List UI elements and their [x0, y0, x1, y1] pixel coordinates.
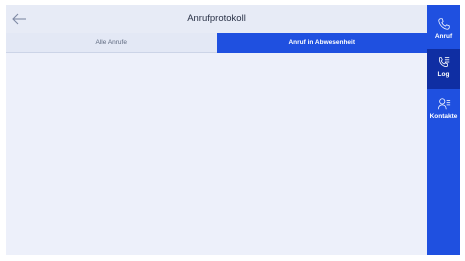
intercom-screen: Anrufprotokoll Alle Anrufe Anruf in Abwe… [6, 5, 460, 255]
arrow-left-icon [12, 13, 26, 25]
header-bar: Anrufprotokoll [6, 5, 427, 33]
tab-missed-calls[interactable]: Anruf in Abwesenheit [216, 33, 427, 53]
nav-label-anruf: Anruf [434, 33, 453, 40]
phone-icon [437, 18, 450, 30]
tab-bar: Alle Anrufe Anruf in Abwesenheit [6, 33, 427, 53]
nav-item-kontakte[interactable]: Kontakte [427, 89, 460, 133]
nav-label-log: Log [437, 71, 450, 78]
tab-all-calls[interactable]: Alle Anrufe [6, 33, 217, 53]
page-title: Anrufprotokoll [187, 13, 246, 24]
contacts-icon [437, 98, 450, 110]
back-button[interactable] [11, 11, 27, 27]
nav-label-kontakte: Kontakte [429, 113, 458, 120]
nav-item-log[interactable]: Log [427, 49, 460, 89]
side-nav: Anruf Log Kontakte [427, 5, 460, 255]
nav-item-anruf[interactable]: Anruf [427, 9, 460, 49]
call-log-icon [438, 57, 449, 68]
call-list-area [6, 53, 427, 255]
